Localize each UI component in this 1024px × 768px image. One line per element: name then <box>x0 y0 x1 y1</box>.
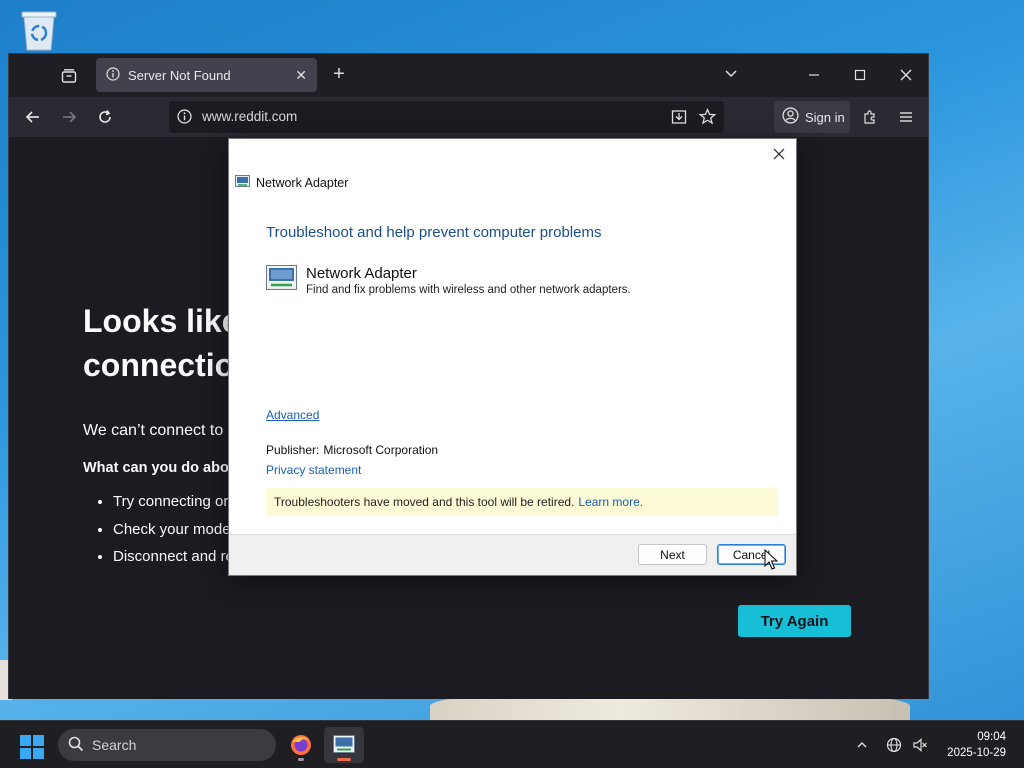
tab-bar: Server Not Found ✕ + <box>9 54 928 97</box>
publisher-label: Publisher: <box>266 443 320 457</box>
publisher-value: Microsoft Corporation <box>323 443 439 457</box>
troubleshooter-name: Network Adapter <box>306 265 417 282</box>
try-again-button[interactable]: Try Again <box>738 605 851 637</box>
forward-arrow-icon <box>57 105 81 129</box>
extensions-icon[interactable] <box>858 105 882 129</box>
active-indicator <box>337 758 351 761</box>
dialog-header-title: Network Adapter <box>256 176 349 190</box>
error-suggestions: Try connecting or Check your mode Discon… <box>99 493 234 576</box>
tab-groups-icon[interactable] <box>57 64 81 88</box>
running-indicator <box>298 758 304 761</box>
clock[interactable]: 09:04 2025-10-29 <box>947 729 1006 761</box>
taskbar-search[interactable]: Search <box>58 729 276 761</box>
list-item: Check your mode <box>113 521 234 549</box>
back-arrow-icon[interactable] <box>21 105 45 129</box>
retirement-notice: Troubleshooters have moved and this tool… <box>266 488 778 516</box>
close-icon[interactable] <box>768 143 790 165</box>
troubleshooter-item[interactable]: Network Adapter Find and fix problems wi… <box>266 265 631 296</box>
minimize-icon[interactable] <box>799 64 829 86</box>
reload-icon[interactable] <box>93 105 117 129</box>
globe-network-icon[interactable] <box>884 735 904 755</box>
url-bar[interactable]: www.reddit.com <box>169 101 724 133</box>
troubleshooter-description: Find and fix problems with wireless and … <box>306 284 631 296</box>
url-text: www.reddit.com <box>202 109 298 124</box>
new-tab-icon[interactable]: + <box>329 64 349 84</box>
close-window-icon[interactable] <box>891 64 921 86</box>
learn-more-link[interactable]: Learn more. <box>578 495 643 509</box>
close-tab-icon[interactable]: ✕ <box>295 67 307 84</box>
firefox-taskbar-icon[interactable] <box>281 727 321 763</box>
account-icon <box>782 107 799 127</box>
notice-text: Troubleshooters have moved and this tool… <box>274 495 575 509</box>
bookmark-star-icon[interactable] <box>698 108 717 130</box>
navigation-bar: www.reddit.com Sign in <box>9 97 928 137</box>
privacy-statement-link[interactable]: Privacy statement <box>266 463 361 477</box>
dialog-heading: Troubleshoot and help prevent computer p… <box>266 224 602 241</box>
info-icon <box>106 66 120 84</box>
speaker-muted-icon[interactable] <box>910 735 930 755</box>
mouse-cursor-icon <box>764 548 779 571</box>
clock-date: 2025-10-29 <box>947 747 1006 759</box>
error-description: We can’t connect to <box>83 422 224 439</box>
save-page-icon[interactable] <box>671 109 687 130</box>
chevron-up-icon[interactable] <box>852 735 872 755</box>
search-label: Search <box>92 737 137 753</box>
taskbar: Search 09:04 2025-10-29 <box>0 720 1024 768</box>
windows-start-icon[interactable] <box>20 735 44 759</box>
dialog-footer: Next Cancel <box>229 534 796 575</box>
network-adapter-icon <box>266 265 297 296</box>
error-help-heading: What can you do abo <box>83 460 229 476</box>
recycle-bin-icon[interactable] <box>20 8 58 52</box>
tab-title: Server Not Found <box>128 67 231 83</box>
search-icon <box>68 736 84 755</box>
publisher-info: Publisher: Microsoft Corporation <box>266 443 438 457</box>
network-adapter-icon <box>235 175 250 191</box>
next-button[interactable]: Next <box>638 544 707 565</box>
advanced-link[interactable]: Advanced <box>266 408 319 422</box>
sign-in-button[interactable]: Sign in <box>774 101 850 133</box>
troubleshooter-taskbar-icon[interactable] <box>324 727 364 763</box>
list-item: Disconnect and re <box>113 548 234 576</box>
maximize-icon[interactable] <box>845 64 875 86</box>
clock-time: 09:04 <box>977 731 1006 743</box>
troubleshooter-dialog: Network Adapter Troubleshoot and help pr… <box>228 138 797 576</box>
menu-icon[interactable] <box>894 105 918 129</box>
dialog-header: Network Adapter <box>235 175 348 191</box>
tab-server-not-found[interactable]: Server Not Found ✕ <box>96 58 317 92</box>
list-item: Try connecting or <box>113 493 234 521</box>
sign-in-label: Sign in <box>805 109 845 125</box>
chevron-down-icon[interactable] <box>723 66 739 87</box>
site-info-icon[interactable] <box>177 109 192 129</box>
